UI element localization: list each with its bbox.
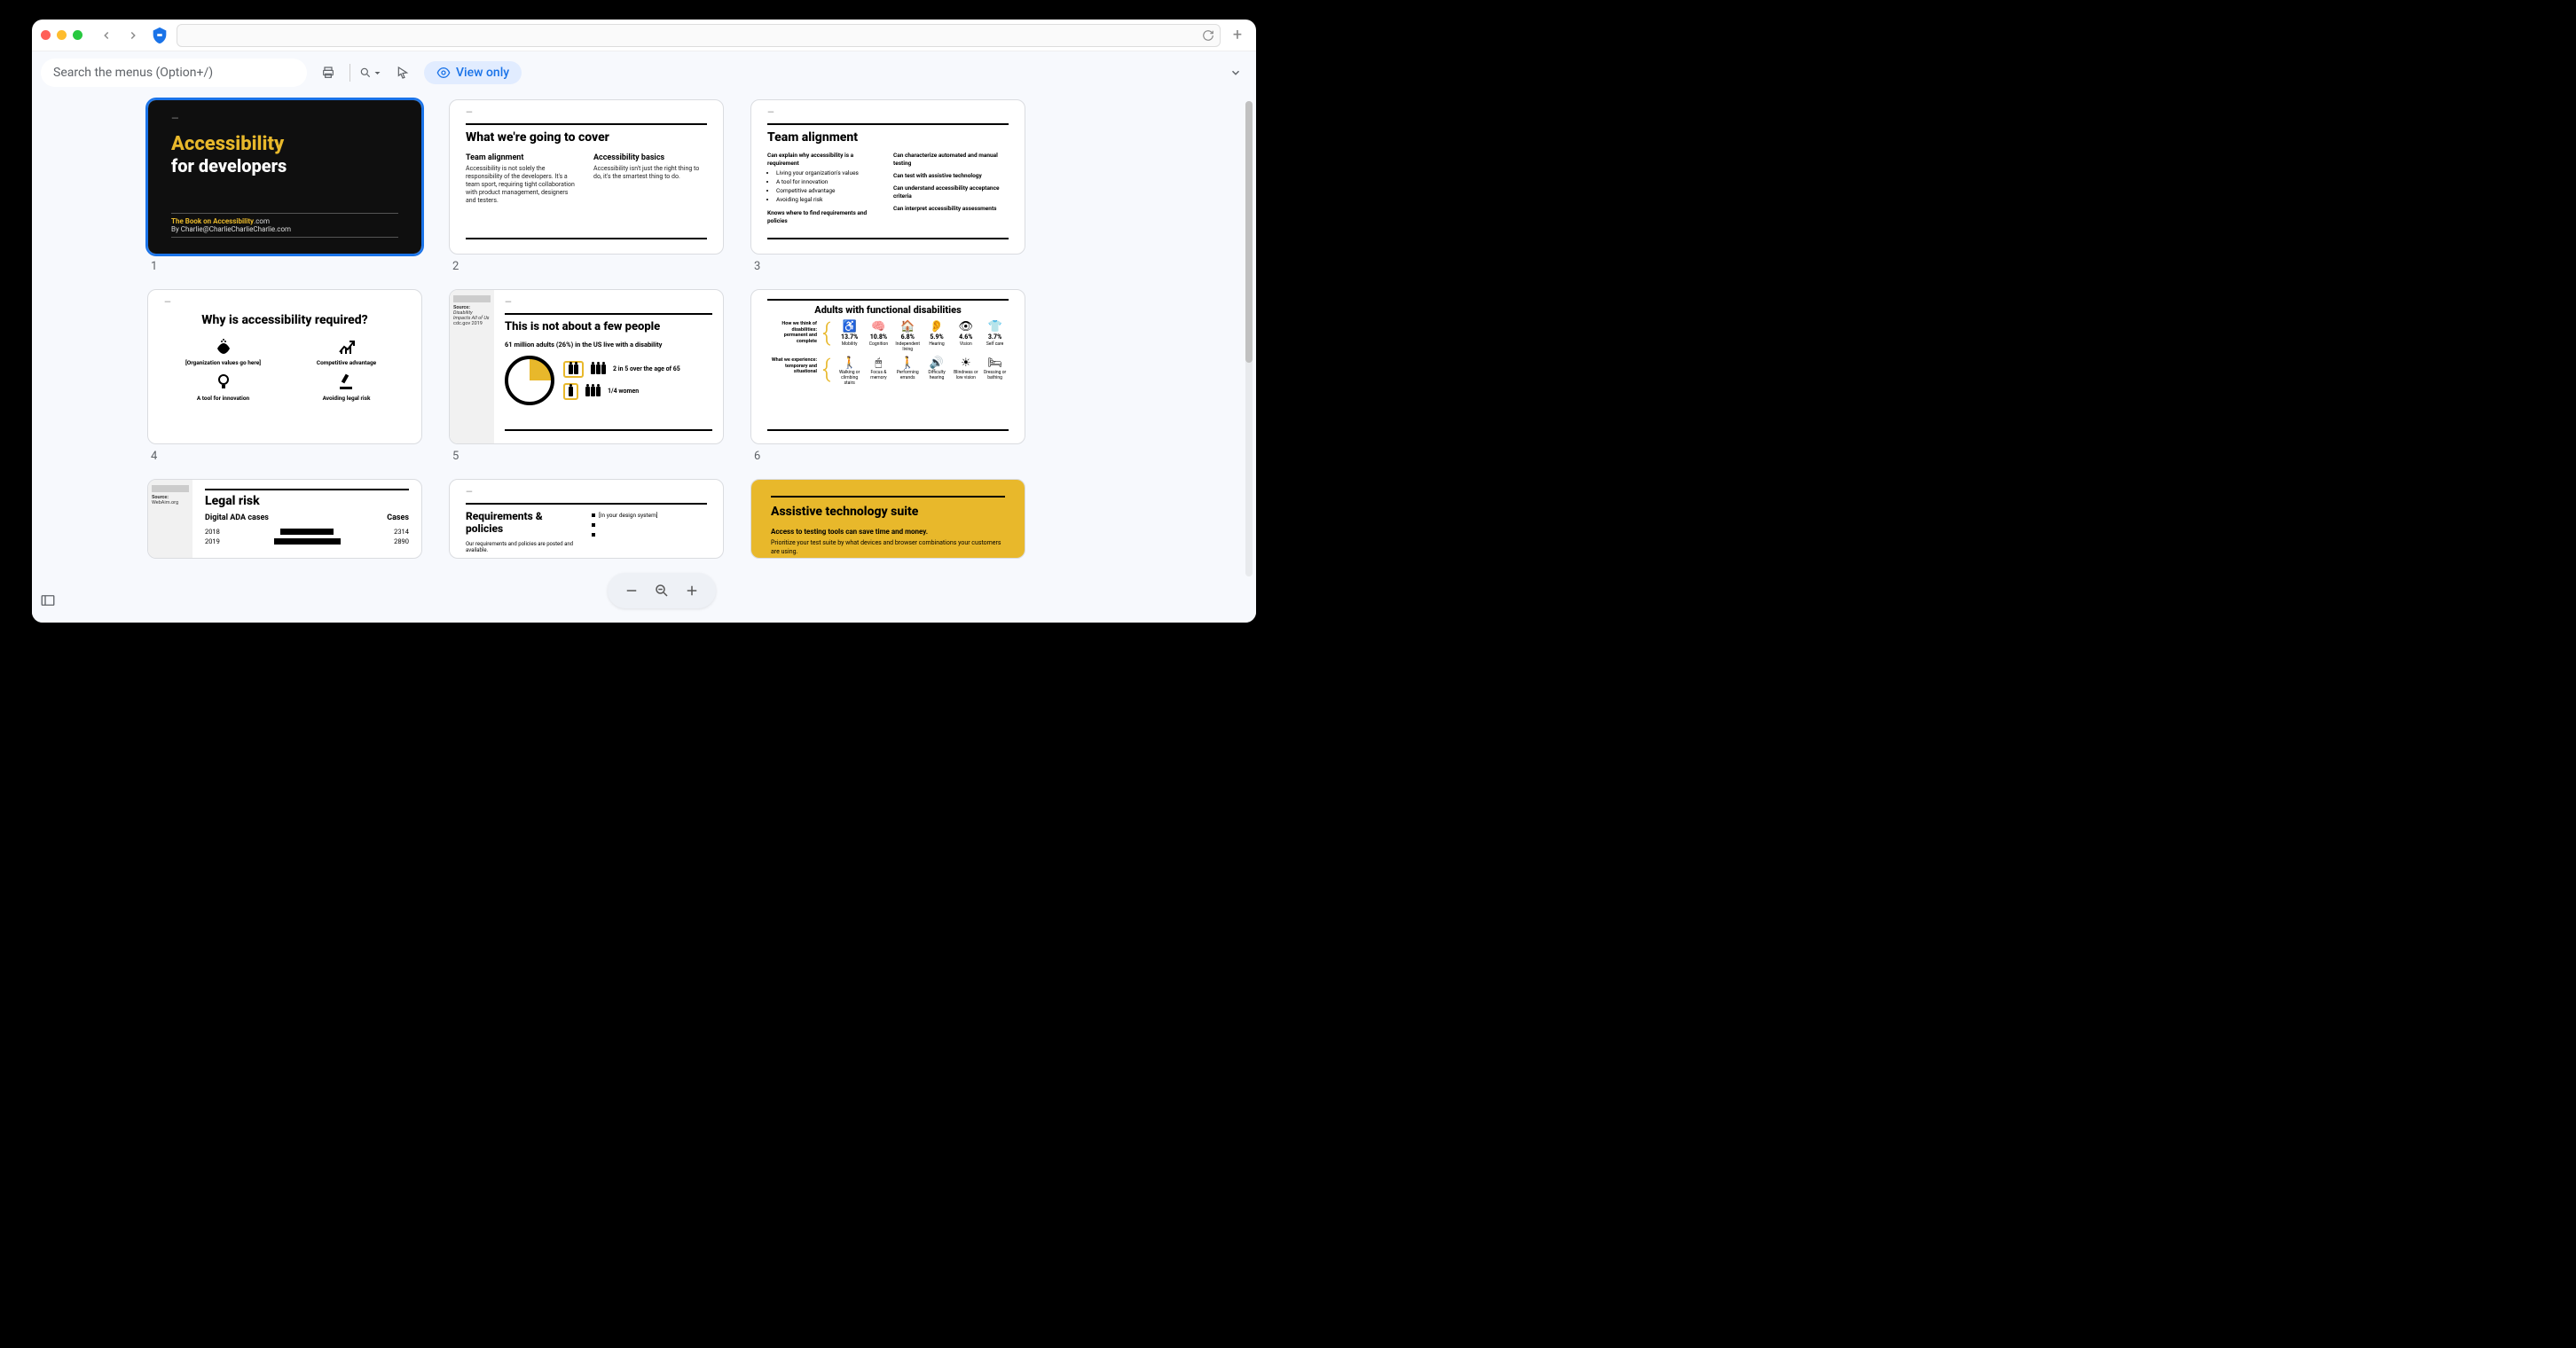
- slide-thumb-8[interactable]: — Requirements & policies Our requiremen…: [449, 479, 724, 559]
- slide-number: 2: [452, 260, 724, 273]
- disability-stat: 👕3.7%Self care: [981, 321, 1009, 352]
- toolbar: Search the menus (Option+/) View only: [32, 51, 1256, 94]
- window-chrome: +: [32, 20, 1256, 51]
- slide1-title2: for developers: [171, 155, 398, 176]
- slide-thumb-9[interactable]: Assistive technology suite Access to tes…: [750, 479, 1025, 559]
- slide-thumb-1[interactable]: — Accessibility for developers The Book …: [147, 99, 422, 255]
- zoom-reset-button[interactable]: [652, 581, 671, 600]
- slide-number: 1: [151, 260, 422, 273]
- app-window: + Search the menus (Option+/) View only: [32, 20, 1256, 623]
- view-only-label: View only: [456, 66, 509, 80]
- scrollbar-thumb[interactable]: [1245, 101, 1253, 363]
- collapse-toolbar-button[interactable]: [1224, 61, 1247, 84]
- slide-thumb-2[interactable]: — What we're going to cover Team alignme…: [449, 99, 724, 255]
- zoom-controls: [608, 573, 716, 608]
- privacy-shield-icon[interactable]: [150, 26, 169, 45]
- slide-thumb-5[interactable]: Source: Disability Impacts All of Us cdc…: [449, 289, 724, 444]
- back-button[interactable]: [97, 26, 116, 45]
- slide-thumb-3[interactable]: — Team alignment Can explain why accessi…: [750, 99, 1025, 255]
- traffic-lights: [41, 30, 82, 40]
- maximize-window-button[interactable]: [73, 30, 82, 40]
- situational-stat: 🖱Focus & memory: [865, 357, 892, 386]
- print-button[interactable]: [316, 60, 341, 85]
- situational-stat: 🛏Dressing or bathing: [981, 357, 1009, 386]
- disability-stat: 👂5.9%Hearing: [923, 321, 951, 352]
- left-rail: [32, 94, 67, 623]
- menu-search-input[interactable]: Search the menus (Option+/): [41, 59, 307, 87]
- zoom-in-button[interactable]: [682, 581, 702, 600]
- disability-stat: 🏠6.8%Independent living: [894, 321, 922, 352]
- zoom-out-button[interactable]: [622, 581, 641, 600]
- slide-number: 3: [754, 260, 1025, 273]
- slide-grid-area[interactable]: — Accessibility for developers The Book …: [67, 94, 1256, 623]
- growth-icon: [336, 336, 357, 357]
- forward-button[interactable]: [123, 26, 143, 45]
- slide-grid: — Accessibility for developers The Book …: [73, 99, 1231, 559]
- toolbar-divider: [349, 64, 350, 82]
- view-only-badge[interactable]: View only: [424, 61, 522, 84]
- new-tab-button[interactable]: +: [1228, 26, 1247, 45]
- slide-thumb-4[interactable]: — Why is accessibility required? [Organi…: [147, 289, 422, 444]
- situational-stat: ☀Blindness or low vision: [952, 357, 979, 386]
- situational-stat: 🚶Performing errands: [894, 357, 922, 386]
- situational-stat: 🚶Walking or climbing stairs: [836, 357, 863, 386]
- slide-thumb-7[interactable]: Source: WebAim.org Legal risk Digital AD…: [147, 479, 422, 559]
- hands-icon: [213, 336, 234, 357]
- slide-thumb-6[interactable]: Adults with functional disabilities How …: [750, 289, 1025, 444]
- disability-stat: 🧠10.8%Cognition: [865, 321, 892, 352]
- slide1-title1: Accessibility: [171, 133, 398, 155]
- lightbulb-icon: [213, 372, 234, 393]
- chevron-down-icon: [373, 69, 381, 77]
- pie-chart-icon: [505, 356, 554, 405]
- situational-stat: 🔊Difficulty hearing: [923, 357, 951, 386]
- eye-icon: [436, 66, 451, 80]
- zoom-dropdown[interactable]: [359, 67, 381, 79]
- scrollbar[interactable]: [1245, 101, 1253, 576]
- select-tool-button[interactable]: [390, 60, 415, 85]
- reload-icon[interactable]: [1202, 29, 1214, 42]
- filmstrip-toggle-button[interactable]: [40, 592, 59, 612]
- minimize-window-button[interactable]: [57, 30, 67, 40]
- slide-number: 6: [754, 450, 1025, 463]
- close-window-button[interactable]: [41, 30, 51, 40]
- address-bar[interactable]: [177, 24, 1221, 47]
- disability-stat: ♿13.7%Mobility: [836, 321, 863, 352]
- zoom-icon: [359, 67, 372, 79]
- disability-stat: 👁4.6%Vision: [952, 321, 979, 352]
- slide-number: 4: [151, 450, 422, 463]
- main-content: — Accessibility for developers The Book …: [32, 94, 1256, 623]
- gavel-icon: [336, 372, 357, 393]
- slide-number: 5: [452, 450, 724, 463]
